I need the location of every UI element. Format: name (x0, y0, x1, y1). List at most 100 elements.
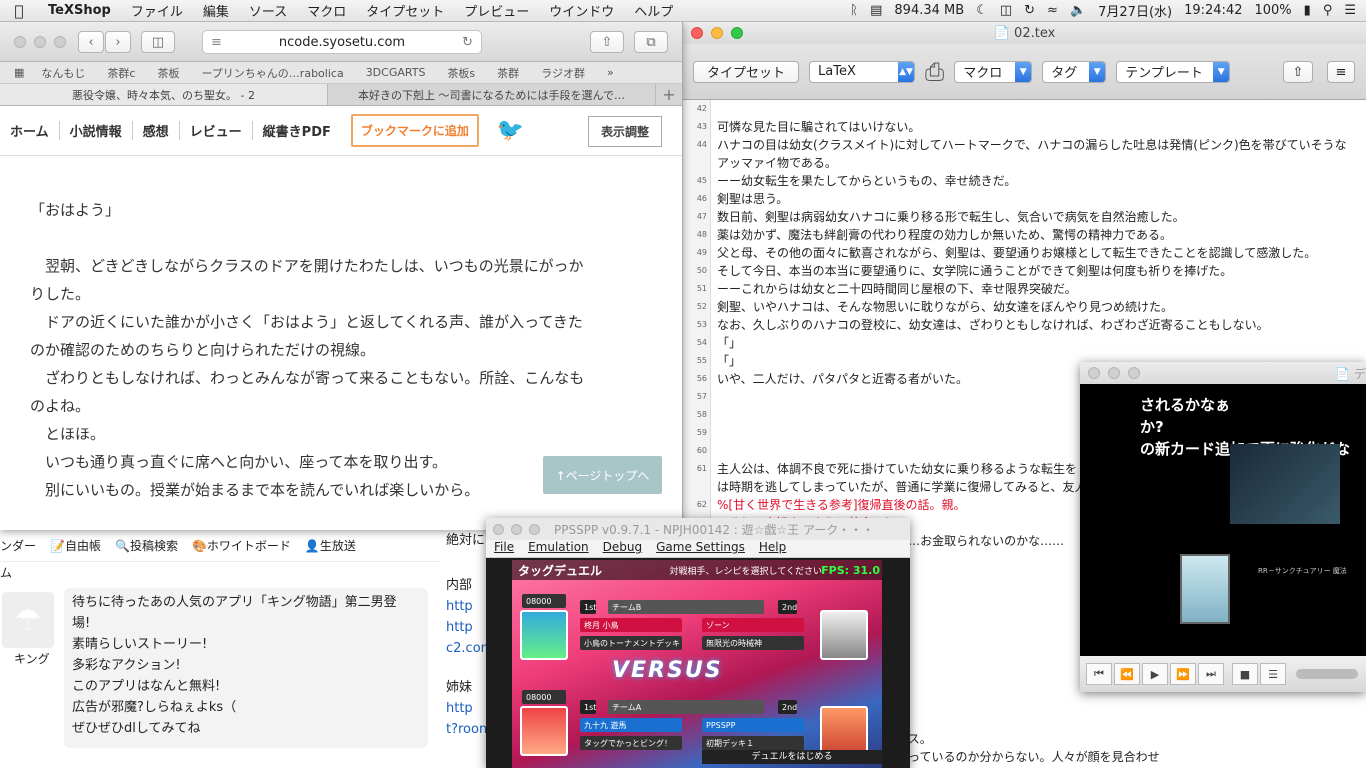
blog-tab-free-notebook[interactable]: 📝自由帳 (50, 537, 101, 554)
editor-line[interactable]: 53 なお、久しぶりのハナコの登校に、幼女達は、ざわりともしなければ、わざわざ近寄… (683, 316, 1366, 334)
bookmark-item[interactable]: 3DCGARTS (355, 66, 437, 79)
bluetooth-icon[interactable]: ᚱ (850, 3, 858, 18)
spotlight-icon[interactable]: ⚲ (1323, 3, 1333, 18)
twitter-icon[interactable]: 🐦 (497, 118, 524, 143)
tab-novel-1[interactable]: 悪役令嬢、時々本気、のち聖女。 - 2 (0, 84, 328, 105)
rewind-icon[interactable]: ⏪ (1114, 663, 1140, 685)
volume-icon[interactable]: 🔈 (1070, 3, 1086, 18)
bookmark-item[interactable]: 茶板 (146, 65, 190, 81)
battery-icon[interactable]: ▮ (1304, 3, 1311, 18)
nav-home[interactable]: ホーム (0, 121, 60, 140)
editor-line[interactable]: 51 ーーこれからは幼女と二十四時間同じ屋根の下、幸せ限界突破だ。 (683, 280, 1366, 298)
nav-novel-info[interactable]: 小説情報 (60, 121, 133, 140)
engine-select[interactable]: LaTeX ▲▼ (809, 60, 915, 83)
address-bar[interactable]: ≡ ncode.syosetu.com ↻ (202, 30, 482, 54)
bookmarks-grid-icon[interactable]: ▦ (14, 66, 30, 79)
bookmark-item[interactable]: 茶群 (486, 65, 530, 81)
forward-icon[interactable]: › (105, 31, 131, 53)
menu-debug[interactable]: Debug (603, 540, 642, 557)
battery-readout[interactable]: 100% (1254, 3, 1291, 18)
page-top-button[interactable]: ↑ページトップへ (543, 456, 662, 494)
notification-icon[interactable]: ☰ (1344, 3, 1356, 18)
bookmark-item[interactable]: ラジオ群 (530, 65, 596, 81)
start-duel-button[interactable]: デュエルをはじめる (702, 750, 882, 764)
app-menu[interactable]: TeXShop (38, 3, 121, 18)
zoom-button[interactable] (1128, 367, 1140, 379)
editor-line[interactable]: 43 可憐な見た目に騙されてはいけない。 (683, 118, 1366, 136)
editor-line[interactable]: 52 剣聖、いやハナコは、そんな物思いに耽りながら、幼女達をぼんやり見つめ続けた。 (683, 298, 1366, 316)
reload-icon[interactable]: ↻ (462, 35, 481, 50)
more-bookmarks-icon[interactable]: » (596, 66, 625, 79)
new-tab-icon[interactable]: + (656, 84, 682, 105)
macro-select[interactable]: マクロ ▼ (954, 60, 1033, 83)
editor-line[interactable]: 46 剣聖は思う。 (683, 190, 1366, 208)
add-bookmark-button[interactable]: ブックマークに追加 (350, 114, 479, 147)
username[interactable]: キング (14, 650, 50, 667)
editor-line[interactable]: 44 ハナコの目は幼女(クラスメイト)に対してハートマークで、ハナコの漏らした吐息… (683, 136, 1366, 154)
menu-window[interactable]: ウインドウ (539, 1, 624, 20)
menu-source[interactable]: ソース (239, 1, 297, 20)
menu-file[interactable]: File (494, 540, 514, 557)
menu-typeset[interactable]: タイプセット (356, 1, 454, 20)
bookmark-item[interactable]: なんもじ (30, 65, 96, 81)
template-select[interactable]: テンプレート ▼ (1116, 60, 1231, 83)
tab-novel-2[interactable]: 本好きの下剋上 〜司書になるためには手段を選んで… (328, 84, 656, 105)
zoom-button[interactable] (54, 35, 66, 48)
skip-forward-icon[interactable]: ⏭ (1198, 663, 1224, 685)
memory-icon[interactable]: ▤ (870, 3, 882, 18)
memory-readout[interactable]: 894.34 MB (894, 3, 964, 18)
clock-readout[interactable]: 19:24:42 (1184, 3, 1242, 18)
editor-line[interactable]: 45 ーー幼女転生を果たしてからというもの、幸せ続きだ。 (683, 172, 1366, 190)
blog-tab-live[interactable]: 👤生放送 (305, 537, 356, 554)
close-button[interactable] (14, 35, 26, 48)
editor-line[interactable]: 54 「」 (683, 334, 1366, 352)
sidebar-icon[interactable]: ◫ (141, 31, 175, 53)
menu-preview[interactable]: プレビュー (454, 1, 539, 20)
close-button[interactable] (493, 523, 504, 535)
reader-icon[interactable]: ≡ (203, 35, 222, 50)
nav-vertical-pdf[interactable]: 縦書きPDF (253, 121, 341, 140)
wifi-icon[interactable]: ≈ (1047, 3, 1058, 18)
editor-line[interactable]: 42 (683, 100, 1366, 118)
playlist-icon[interactable]: ☰ (1260, 663, 1286, 685)
seek-bar[interactable] (1296, 669, 1358, 679)
play-icon[interactable]: ▶ (1142, 663, 1168, 685)
export-icon[interactable]: ⇧ (1283, 61, 1313, 83)
stop-icon[interactable]: ■ (1232, 663, 1258, 685)
date-readout[interactable]: 7月27日(水) (1098, 1, 1172, 20)
minimize-button[interactable] (1108, 367, 1120, 379)
game-screen[interactable]: タッグデュエル 対戦相手、レシピを選択してください FPS: 31.0 0800… (512, 560, 882, 768)
time-machine-icon[interactable]: ↻ (1024, 3, 1035, 18)
printer-icon[interactable]: ⎙ (925, 58, 944, 86)
editor-line[interactable]: アッマァイ物である。 (683, 154, 1366, 172)
editor-line[interactable]: 47 数日前、剣聖は病弱幼女ハナコに乗り移る形で転生し、気合いで病気を自然治癒した… (683, 208, 1366, 226)
nav-review[interactable]: レビュー (180, 121, 253, 140)
close-button[interactable] (1088, 367, 1100, 379)
video-screen[interactable]: されるかなぁ か? の新カード追加で更に強化だな RR－サンクチュアリー 魔法 (1080, 384, 1366, 656)
bookmark-item[interactable]: 茶群c (96, 65, 146, 81)
menu-edit[interactable]: 編集 (193, 1, 239, 20)
bookmark-item[interactable]: 茶板s (436, 65, 486, 81)
minimize-button[interactable] (34, 35, 46, 48)
menu-game-settings[interactable]: Game Settings (656, 540, 745, 557)
apple-menu-icon[interactable]:  (0, 2, 38, 20)
share-icon[interactable]: ⇧ (590, 31, 624, 53)
editor-line[interactable]: 49 父と母、その他の面々に歓喜されながら、剣聖は、要望通りお嬢様として転生できた… (683, 244, 1366, 262)
menu-help[interactable]: Help (759, 540, 786, 557)
skip-back-icon[interactable]: ⏮ (1086, 663, 1112, 685)
menu-file[interactable]: ファイル (121, 1, 193, 20)
blog-tab-search[interactable]: 🔍投稿検索 (115, 537, 178, 554)
zoom-button[interactable] (529, 523, 540, 535)
avatar[interactable]: ☂ (2, 592, 54, 648)
minimize-button[interactable] (511, 523, 522, 535)
display-settings-button[interactable]: 表示調整 (587, 116, 662, 147)
fast-forward-icon[interactable]: ⏩ (1170, 663, 1196, 685)
back-icon[interactable]: ‹ (78, 31, 104, 53)
split-view-icon[interactable]: ≡ (1327, 61, 1355, 83)
blog-tab-whiteboard[interactable]: 🎨ホワイトボード (192, 537, 291, 554)
typeset-button[interactable]: タイプセット (693, 60, 799, 83)
editor-line[interactable]: 48 薬は効かず、魔法も絆創膏の代わり程度の効力しか無いため、驚愕の精神力である。 (683, 226, 1366, 244)
moon-icon[interactable]: ☾ (976, 3, 988, 18)
menu-help[interactable]: ヘルプ (624, 1, 683, 20)
nav-impressions[interactable]: 感想 (133, 121, 180, 140)
